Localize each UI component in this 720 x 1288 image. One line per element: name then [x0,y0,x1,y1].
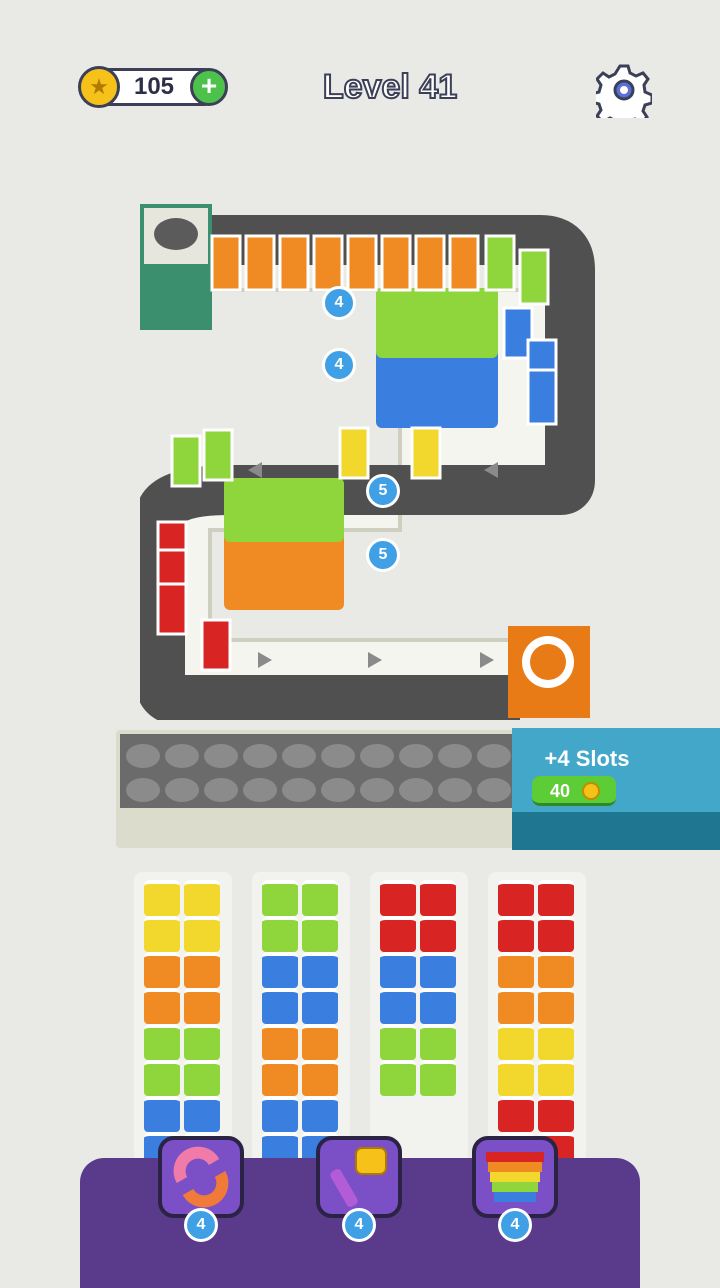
cup [262,1096,298,1132]
cup [302,1060,338,1096]
empty-slot [438,744,472,768]
cup [420,952,456,988]
cup [538,916,574,952]
cup [184,952,220,988]
empty-slot [360,778,394,802]
cup [380,1060,416,1096]
shuffle-icon [173,1146,229,1208]
cup [302,916,338,952]
cup [538,880,574,916]
empty-slot [204,744,238,768]
empty-slot [321,778,355,802]
cup [538,1024,574,1060]
empty-slot [399,778,433,802]
empty-slot [438,778,472,802]
empty-slot [321,744,355,768]
cup [262,880,298,916]
cup [420,1060,456,1096]
cup [498,1060,534,1096]
cup [262,988,298,1024]
add-slots-label: +4 Slots [544,746,630,771]
add-slots-base [512,812,720,850]
cup [144,1024,180,1060]
cup [144,880,180,916]
shuffle-count: 4 [184,1208,218,1242]
cup [184,916,220,952]
empty-slot [477,778,511,802]
cup [262,916,298,952]
cup [380,1024,416,1060]
cup [184,1060,220,1096]
slot-grid [120,734,512,808]
cup-counter: 4 [322,286,356,320]
cup [420,880,456,916]
cup [538,988,574,1024]
empty-slot [360,744,394,768]
level-title: Level 41 [322,67,458,107]
gear-icon[interactable] [596,62,652,118]
rainbow-cups-icon [486,1152,544,1202]
hammer-icon [330,1147,387,1207]
cup-counter: 5 [366,474,400,508]
cup [144,952,180,988]
cup-counter: 5 [366,538,400,572]
cup [380,952,416,988]
cup [144,1096,180,1132]
rainbow-cups-booster-button[interactable] [472,1136,558,1218]
cup [498,916,534,952]
cup [184,880,220,916]
shuffle-booster-button[interactable] [158,1136,244,1218]
cup [302,880,338,916]
cup [420,1024,456,1060]
cup [498,1096,534,1132]
add-coins-button[interactable]: + [190,68,228,106]
cup [262,1024,298,1060]
add-slots-price: 40 [549,781,571,801]
coin-count: 105 [133,73,175,100]
cup [262,952,298,988]
empty-slot [204,778,238,802]
hammer-count: 4 [342,1208,376,1242]
cup [302,1024,338,1060]
cup [144,988,180,1024]
cup [538,1096,574,1132]
cup [302,952,338,988]
cup [498,1024,534,1060]
cup [498,988,534,1024]
rainbow-cups-count: 4 [498,1208,532,1242]
cup [420,916,456,952]
cup [538,952,574,988]
empty-slot [243,744,277,768]
cup [498,952,534,988]
cup [184,1024,220,1060]
cup-counter: 4 [322,348,356,382]
cup [144,916,180,952]
empty-slot [399,744,433,768]
cup [380,988,416,1024]
coin-icon [582,782,600,800]
cup [302,1096,338,1132]
cup [144,1060,180,1096]
cup [262,1060,298,1096]
cup [184,1096,220,1132]
conveyor-board [140,204,595,720]
cup [498,880,534,916]
empty-slot [126,778,160,802]
empty-slot [282,744,316,768]
empty-slot [477,744,511,768]
cup [184,988,220,1024]
cup [420,988,456,1024]
cup [538,1060,574,1096]
cup [380,880,416,916]
empty-slot [243,778,277,802]
empty-slot [126,744,160,768]
cup [302,988,338,1024]
coin-icon: ★ [78,66,120,108]
empty-slot [165,778,199,802]
hammer-booster-button[interactable] [316,1136,402,1218]
empty-slot [165,744,199,768]
empty-slot [282,778,316,802]
cup [380,916,416,952]
